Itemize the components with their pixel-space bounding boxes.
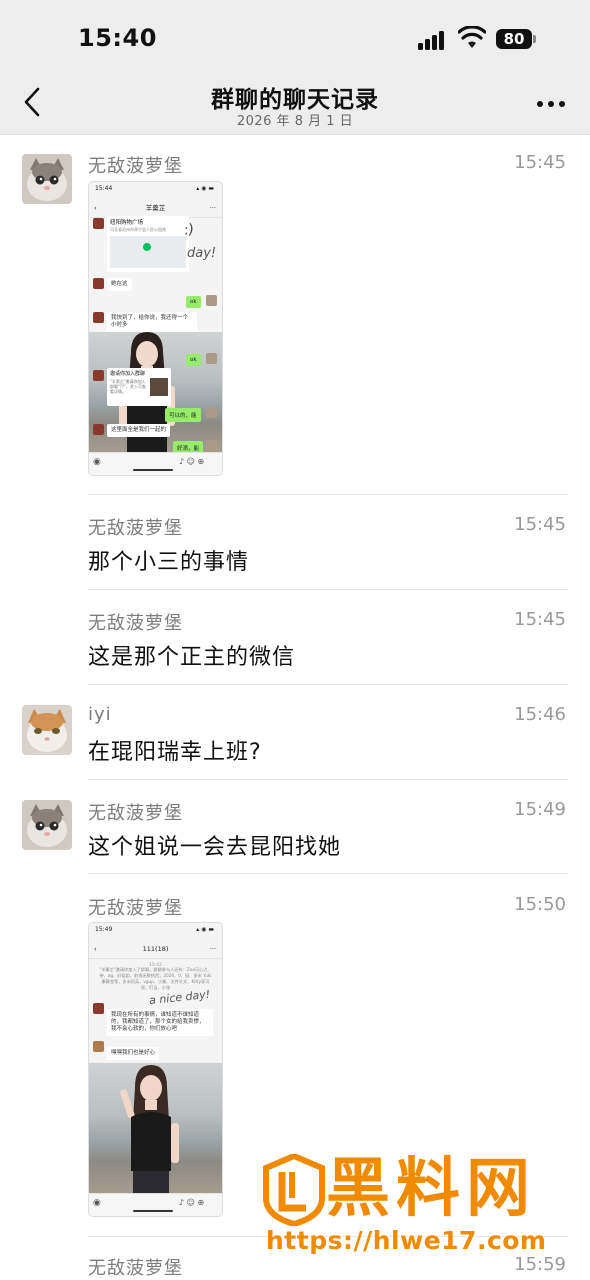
thumb-msg-1: 我现在所有的事情，谁知道不谁知道的，我都知道了，那个女的给我卖惨，我不会心软的，… <box>107 1009 213 1036</box>
orange-kitten-avatar-icon <box>22 705 72 755</box>
more-button[interactable] <box>530 86 572 122</box>
thumb-green-can: 可以的，能 <box>165 408 201 422</box>
wifi-icon <box>458 26 486 48</box>
watermark-brand: 黑料网 <box>326 1152 536 1226</box>
thumb-system-msg: "羊羹芷"邀请你加入了群聊，群聊参与人还有：Zoe可心之、带、ag、好姐姐，前排… <box>99 967 212 990</box>
image-message-thumbnail[interactable]: 15:49 ▴ ◉ ▬ ‹ 111(18) ··· 15:42 "羊羹芷"邀请你… <box>88 922 223 1217</box>
divider <box>88 873 568 874</box>
thumb-msg-here: 她在这 <box>107 278 132 291</box>
thumb-status-time: 15:49 <box>95 926 113 933</box>
thumb-title-text: 羊羹芷 <box>145 204 166 212</box>
message-text: 这个姐说一会去昆阳找她 <box>88 835 342 860</box>
thumb-chat-title: ‹ 111(18) ··· <box>89 940 222 959</box>
thumb-msg-2: 嘿嘿我们也是好心 <box>107 1047 160 1060</box>
thumb-status-time: 15:44 <box>95 185 113 192</box>
thumb-msg-all: 这里面全是我们一起的 <box>107 424 171 437</box>
thumb-loc-addr: 河北省沧州市肃宁县人民公园南 <box>110 227 166 232</box>
divider <box>88 779 568 780</box>
thumb-input-bar: ◉ ♪ ☺ ⊕ <box>89 452 222 475</box>
divider <box>88 589 568 590</box>
thumb-loc-name: 纽阳购物广场 <box>110 220 144 226</box>
more-dots-icon <box>537 101 565 107</box>
thumb-status: 15:44 ▴ ◉ ▬ <box>95 185 214 192</box>
avatar[interactable] <box>22 154 72 204</box>
brand-logo-icon <box>263 1154 325 1226</box>
sender-name: iyi <box>88 704 112 725</box>
page-subtitle: 2026 年 8 月 1 日 <box>236 114 354 129</box>
battery-cap <box>533 35 536 43</box>
sender-name: 无敌菠萝堡 <box>88 898 183 919</box>
battery-icon: 80 <box>496 29 532 49</box>
thumb-location-card: 纽阳购物广场 河北省沧州市肃宁县人民公园南 <box>107 216 189 272</box>
divider <box>88 684 568 685</box>
thumb-green-ok-2: ok <box>186 354 201 366</box>
message-time: 15:49 <box>514 799 566 820</box>
status-bar: 15:40 80 <box>0 0 590 74</box>
message-time: 15:50 <box>514 894 566 915</box>
thumb-msg-arrive: 我快到了，给你说，我还得一个小时多 <box>107 312 197 332</box>
status-time: 15:40 <box>78 24 157 52</box>
message-text: 这是那个正主的微信 <box>88 645 296 670</box>
kitten-avatar-icon <box>22 154 72 204</box>
thumb-green-ok: ok <box>186 296 201 308</box>
message-text: 那个小三的事情 <box>88 550 250 575</box>
page-title: 群聊的聊天记录 <box>211 87 379 113</box>
thumb-invite-body: "羊羹芷"邀请你加入群聊"??"，进入可查看详情。 <box>110 379 146 394</box>
avatar[interactable] <box>22 800 72 850</box>
watermark-url: https://hlwe17.com <box>266 1226 547 1255</box>
sender-name: 无敌菠萝堡 <box>88 518 183 539</box>
thumb-invite-card: 邀请你加入群聊 "羊羹芷"邀请你加入群聊"??"，进入可查看详情。 <box>107 368 171 406</box>
thumb-status: 15:49 ▴ ◉ ▬ <box>95 926 214 933</box>
sender-name: 无敌菠萝堡 <box>88 1258 183 1279</box>
watermark: 黑料网 https://hlwe17.com <box>262 1148 572 1260</box>
message-time: 15:46 <box>514 704 566 725</box>
divider <box>88 494 568 495</box>
message-time: 15:45 <box>514 514 566 535</box>
message-time: 15:45 <box>514 609 566 630</box>
thumb-title-text: 111(18) <box>142 945 169 953</box>
avatar[interactable] <box>22 705 72 755</box>
sender-name: 无敌菠萝堡 <box>88 613 183 634</box>
sender-name: 无敌菠萝堡 <box>88 156 183 177</box>
thumb-input-bar: ◉ ♪ ☺ ⊕ <box>89 1193 222 1216</box>
message-text: 在琨阳瑞幸上班? <box>88 740 262 765</box>
kitten-avatar-icon <box>22 800 72 850</box>
sender-name: 无敌菠萝堡 <box>88 803 183 824</box>
image-message-thumbnail[interactable]: 15:44 ▴ ◉ ▬ ‹ 羊羹芷 ··· 纽阳购物广场 河北省沧州市肃宁县人民… <box>88 181 223 476</box>
photo-girl <box>120 1065 179 1195</box>
signal-icon <box>418 30 448 50</box>
message-time: 15:45 <box>514 152 566 173</box>
nav-bar: 群聊的聊天记录 2026 年 8 月 1 日 <box>0 74 590 135</box>
